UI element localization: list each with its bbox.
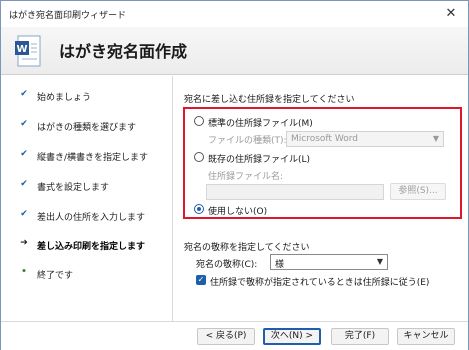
file-type-value: Microsoft Word: [291, 134, 358, 144]
honorific-select[interactable]: 様 ▼: [270, 254, 388, 270]
step-format[interactable]: ✔ 書式を設定します: [1, 175, 173, 197]
standard-address-radio[interactable]: [194, 116, 204, 126]
step-label: 縦書き/横書きを指定します: [37, 153, 149, 163]
chevron-down-icon: ▼: [376, 257, 383, 266]
existing-address-radio[interactable]: [194, 152, 204, 162]
svg-text:W: W: [16, 44, 27, 55]
back-button[interactable]: < 戻る(P): [197, 328, 255, 345]
follow-address-book-checkbox[interactable]: ✓: [196, 275, 206, 285]
wizard-steps: ✔ 始めましょう ✔ はがきの種類を選びます ✔ 縦書き/横書きを指定します ✔…: [1, 76, 173, 321]
finish-button[interactable]: 完了(F): [331, 328, 389, 345]
step-label: 差出人の住所を入力します: [37, 213, 146, 223]
none-radio[interactable]: [194, 204, 204, 214]
checkmark-icon: ✔: [20, 149, 28, 159]
wizard-header: W はがき宛名面作成: [1, 27, 468, 75]
step-label: 差し込み印刷を指定します: [37, 242, 146, 252]
window-title: はがき宛名面印刷ウィザード: [9, 11, 127, 21]
bullet-icon: •: [21, 267, 27, 277]
existing-address-label[interactable]: 既存の住所録ファイル(L): [208, 152, 310, 165]
cancel-button[interactable]: キャンセル: [397, 328, 455, 345]
honorific-value: 様: [275, 260, 285, 270]
checkmark-icon: ✔: [20, 209, 28, 219]
step-mail-merge[interactable]: ➔ 差し込み印刷を指定します: [1, 234, 173, 256]
close-icon[interactable]: ✕: [440, 4, 462, 24]
wizard-window: はがき宛名面印刷ウィザード ✕ W はがき宛名面作成 ✔ 始めましょう ✔ はが…: [0, 0, 469, 350]
next-button[interactable]: 次へ(N) >: [263, 328, 321, 345]
step-sender[interactable]: ✔ 差出人の住所を入力します: [1, 205, 173, 227]
step-label: 書式を設定します: [37, 183, 110, 193]
wizard-heading: はがき宛名面作成: [59, 42, 188, 61]
step-label: はがきの種類を選びます: [37, 123, 137, 133]
arrow-right-icon: ➔: [20, 238, 28, 248]
chevron-down-icon: ▼: [432, 134, 439, 143]
address-source-label: 宛名に差し込む住所録を指定してください: [184, 95, 355, 105]
word-document-icon: W: [15, 35, 41, 67]
step-finish[interactable]: • 終了です: [1, 263, 173, 285]
checkmark-icon: ✔: [20, 179, 28, 189]
step-orientation[interactable]: ✔ 縦書き/横書きを指定します: [1, 145, 173, 167]
honorific-label: 宛名の敬称(C):: [196, 260, 258, 270]
title-bar: はがき宛名面印刷ウィザード ✕: [1, 1, 468, 27]
file-name-input[interactable]: [206, 184, 384, 200]
wizard-footer: < 戻る(P) 次へ(N) > 完了(F) キャンセル: [1, 321, 468, 350]
standard-address-label[interactable]: 標準の住所録ファイル(M): [208, 116, 313, 129]
step-label: 終了です: [37, 271, 74, 281]
step-card-type[interactable]: ✔ はがきの種類を選びます: [1, 115, 173, 137]
file-name-label: 住所録ファイル名:: [208, 172, 284, 182]
honorific-section-label: 宛名の敬称を指定してください: [184, 243, 310, 253]
checkmark-icon: ✔: [20, 119, 28, 129]
step-label: 始めましょう: [37, 93, 92, 103]
file-type-select[interactable]: Microsoft Word ▼: [286, 131, 444, 147]
checkmark-icon: ✔: [20, 89, 28, 99]
file-type-label: ファイルの種類(T):: [208, 136, 287, 146]
step-start[interactable]: ✔ 始めましょう: [1, 85, 173, 107]
none-label[interactable]: 使用しない(O): [208, 204, 267, 217]
browse-button[interactable]: 参照(S)...: [390, 183, 446, 200]
follow-address-book-label[interactable]: 住所録で敬称が指定されているときは住所録に従う(E): [210, 275, 429, 288]
wizard-content: 宛名に差し込む住所録を指定してください 標準の住所録ファイル(M) ファイルの種…: [174, 76, 468, 321]
